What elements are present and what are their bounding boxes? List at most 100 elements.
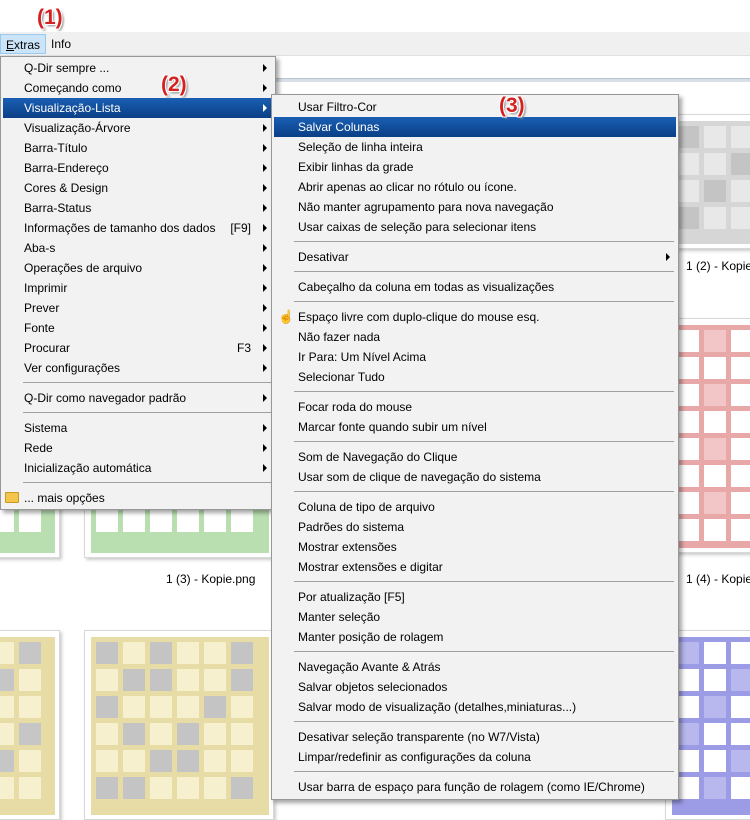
thumbnail-cell xyxy=(731,492,750,514)
menu-item-procurar[interactable]: Procurar F3 xyxy=(3,338,273,358)
menu-item-q-dir-como-navegador-padrao[interactable]: Q-Dir como navegador padrão xyxy=(3,388,273,408)
thumbnail-cell xyxy=(150,750,172,772)
menu-item-navegacao-avante-atras[interactable]: Navegação Avante & Atrás xyxy=(274,657,676,677)
menu-item-desativar[interactable]: Desativar xyxy=(274,247,676,267)
menu-item-visualizacao-lista[interactable]: Visualização-Lista xyxy=(3,98,273,118)
menu-item-desativar-selecao-transparente-no-w7-vista[interactable]: Desativar seleção transparente (no W7/Vi… xyxy=(274,727,676,747)
menu-item-salvar-colunas[interactable]: Salvar Colunas xyxy=(274,117,676,137)
submenu-arrow-icon xyxy=(263,364,267,372)
menu-item-usar-barra-de-espaco-para-funcao-de-rolagem-como-ie-chrome[interactable]: Usar barra de espaço para função de rola… xyxy=(274,777,676,797)
menu-item-selecionar-tudo[interactable]: Selecionar Tudo xyxy=(274,367,676,387)
menu-item-imprimir[interactable]: Imprimir xyxy=(3,278,273,298)
menu-item-focar-roda-do-mouse[interactable]: Focar roda do mouse xyxy=(274,397,676,417)
thumbnail-cell xyxy=(96,696,118,718)
menu-item-usar-caixas-de-selecao-para-selecionar-itens[interactable]: Usar caixas de seleção para selecionar i… xyxy=(274,217,676,237)
file-caption[interactable]: 1 (3) - Kopie.png xyxy=(166,572,255,586)
menu-item-shortcut: F3 xyxy=(236,341,251,355)
menu-item-nao-fazer-nada[interactable]: Não fazer nada xyxy=(274,327,676,347)
thumbnail-cell xyxy=(677,669,699,691)
menu-item-nao-manter-agrupamento-para-nova-navegacao[interactable]: Não manter agrupamento para nova navegaç… xyxy=(274,197,676,217)
menu-item-label: Mostrar extensões xyxy=(298,540,397,554)
thumbnail-image xyxy=(0,637,55,815)
menu-item-label: Usar barra de espaço para função de rola… xyxy=(298,780,645,794)
menu-item-visualizacao-arvore[interactable]: Visualização-Árvore xyxy=(3,118,273,138)
annotation-2: (2) xyxy=(161,73,187,96)
menu-item-salvar-modo-de-visualizacao-detalhes-miniaturas[interactable]: Salvar modo de visualização (detalhes,mi… xyxy=(274,697,676,717)
thumbnail-cell xyxy=(150,777,172,799)
menu-item-label: Espaço livre com duplo-clique do mouse e… xyxy=(298,310,540,324)
menu-item-exibir-linhas-da-grade[interactable]: Exibir linhas da grade xyxy=(274,157,676,177)
menu-item-mostrar-extensoes[interactable]: Mostrar extensões xyxy=(274,537,676,557)
menu-item-shortcut: [F9] xyxy=(230,221,251,235)
menu-item-selecao-de-linha-inteira[interactable]: Seleção de linha inteira xyxy=(274,137,676,157)
menu-item-manter-posicao-de-rolagem[interactable]: Manter posição de rolagem xyxy=(274,627,676,647)
thumbnail-cell xyxy=(677,438,699,460)
thumbnail-cell xyxy=(177,510,199,532)
file-caption[interactable]: 1 (4) - Kopie xyxy=(686,572,750,586)
menu-item-padroes-do-sistema[interactable]: Padrões do sistema xyxy=(274,517,676,537)
menu-item-usar-filtro-cor[interactable]: Usar Filtro-Cor xyxy=(274,97,676,117)
menu-item-fonte[interactable]: Fonte xyxy=(3,318,273,338)
menu-item-por-atualizacao-f5[interactable]: Por atualização [F5] xyxy=(274,587,676,607)
menu-item-aba-s[interactable]: Aba-s xyxy=(3,238,273,258)
menu-item-som-de-navegacao-do-clique[interactable]: Som de Navegação do Clique xyxy=(274,447,676,467)
menu-item-rede[interactable]: Rede xyxy=(3,438,273,458)
thumbnail-cell xyxy=(731,696,750,718)
menu-item-q-dir-sempre[interactable]: Q-Dir sempre ... xyxy=(3,58,273,78)
menu-info[interactable]: Info xyxy=(46,34,76,54)
menu-item-ir-para-um-nivel-acima[interactable]: Ir Para: Um Nível Acima xyxy=(274,347,676,367)
thumbnail-cell xyxy=(0,669,14,691)
menu-item-marcar-fonte-quando-subir-um-nivel[interactable]: Marcar fonte quando subir um nível xyxy=(274,417,676,437)
menu-item-label: Selecionar Tudo xyxy=(298,370,385,384)
thumbnail-cell xyxy=(677,126,699,148)
menu-item-sistema[interactable]: Sistema xyxy=(3,418,273,438)
menu-extras[interactable]: Extras xyxy=(0,34,47,54)
menu-item-cores-design[interactable]: Cores & Design xyxy=(3,178,273,198)
thumbnail-cell xyxy=(704,153,726,175)
thumbnail-cell xyxy=(123,696,145,718)
menu-item-barra-endereco[interactable]: Barra-Endereço xyxy=(3,158,273,178)
menu-item-espaco-livre-com-duplo-clique-do-mouse-esq[interactable]: ☝ Espaço livre com duplo-clique do mouse … xyxy=(274,307,676,327)
thumbnail-cell xyxy=(677,465,699,487)
thumbnail-cell xyxy=(0,642,14,664)
menu-item-label: Informações de tamanho dos dados xyxy=(24,221,216,235)
thumbnail-cell xyxy=(731,153,750,175)
thumbnail-cell xyxy=(96,510,118,532)
file-caption[interactable]: 1 (2) - Kopie xyxy=(686,259,750,273)
thumbnail-cell xyxy=(96,723,118,745)
menu-item-limpar-redefinir-as-configuracoes-da-coluna[interactable]: Limpar/redefinir as configurações da col… xyxy=(274,747,676,767)
thumbnail-cell xyxy=(677,153,699,175)
menu-item-manter-selecao[interactable]: Manter seleção xyxy=(274,607,676,627)
menu-item-label: Limpar/redefinir as configurações da col… xyxy=(298,750,531,764)
menu-item-mais-opcoes[interactable]: ... mais opções xyxy=(3,488,273,508)
menu-item-ver-configuracoes[interactable]: Ver configurações xyxy=(3,358,273,378)
menu-item-label: Procurar xyxy=(24,341,71,355)
menu-item-operacoes-de-arquivo[interactable]: Operações de arquivo xyxy=(3,258,273,278)
menu-item-salvar-objetos-selecionados[interactable]: Salvar objetos selecionados xyxy=(274,677,676,697)
menu-item-coluna-de-tipo-de-arquivo[interactable]: Coluna de tipo de arquivo xyxy=(274,497,676,517)
menu-item-informacoes-de-tamanho-dos-dados[interactable]: Informações de tamanho dos dados [F9] xyxy=(3,218,273,238)
thumbnail-cell xyxy=(704,723,726,745)
menu-item-barra-status[interactable]: Barra-Status xyxy=(3,198,273,218)
menu-item-label: Seleção de linha inteira xyxy=(298,140,423,154)
thumbnail-cell xyxy=(704,669,726,691)
menu-item-cabecalho-da-coluna-em-todas-as-visualizacoes[interactable]: Cabeçalho da coluna em todas as visualiz… xyxy=(274,277,676,297)
menu-separator xyxy=(294,241,674,242)
menu-separator xyxy=(294,721,674,722)
menu-item-barra-titulo[interactable]: Barra-Título xyxy=(3,138,273,158)
thumbnail-cell xyxy=(731,438,750,460)
menu-item-usar-som-de-clique-de-navegacao-do-sistema[interactable]: Usar som de clique de navegação do siste… xyxy=(274,467,676,487)
menu-item-inicializacao-automatica[interactable]: Inicialização automática xyxy=(3,458,273,478)
menu-item-label: Rede xyxy=(24,441,53,455)
thumbnail-yellow-left[interactable] xyxy=(0,630,60,820)
thumbnail-cell xyxy=(677,330,699,352)
thumbnail-cell xyxy=(19,696,41,718)
menu-extras-label: xtras xyxy=(14,38,41,52)
menu-item-prever[interactable]: Prever xyxy=(3,298,273,318)
menu-item-mostrar-extensoes-e-digitar[interactable]: Mostrar extensões e digitar xyxy=(274,557,676,577)
menu-item-abrir-apenas-ao-clicar-no-rotulo-ou-icone[interactable]: Abrir apenas ao clicar no rótulo ou ícon… xyxy=(274,177,676,197)
thumbnail-cell xyxy=(677,180,699,202)
menu-separator xyxy=(294,651,674,652)
menu-item-comecando-como[interactable]: Começando como xyxy=(3,78,273,98)
thumbnail-yellow[interactable] xyxy=(84,630,274,820)
